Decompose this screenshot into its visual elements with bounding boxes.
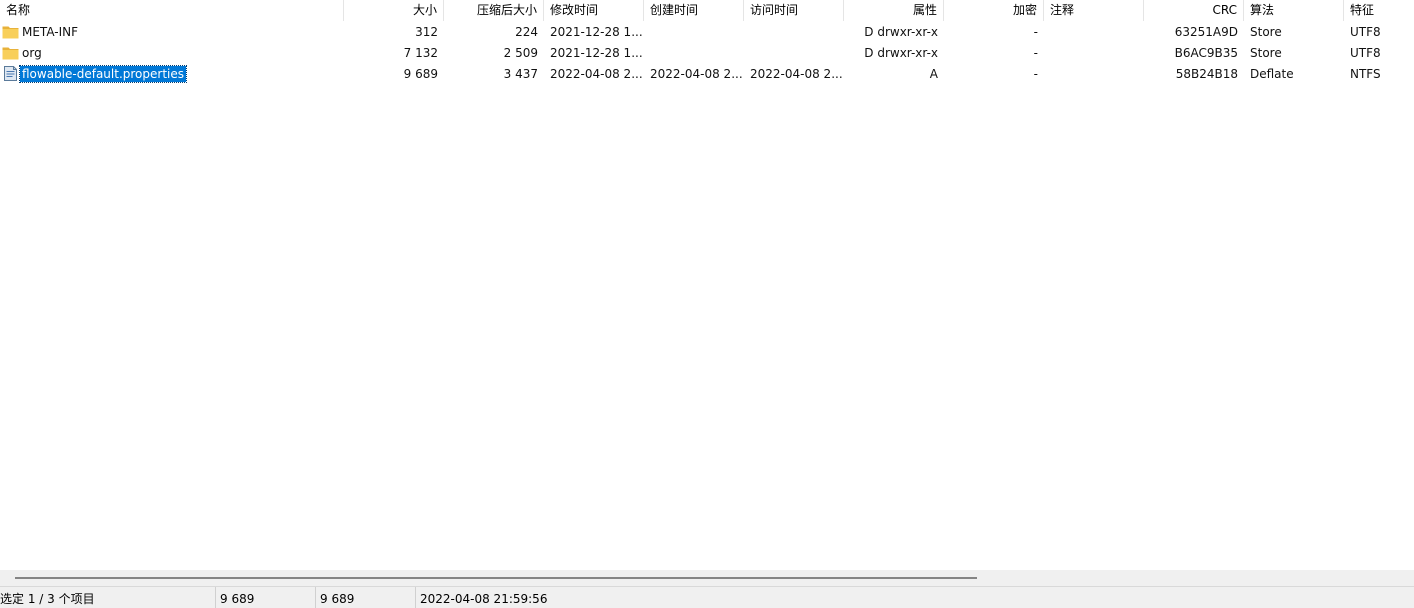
column-header-characteristics[interactable]: 特征 — [1344, 0, 1414, 21]
cell-encrypted: - — [1033, 25, 1038, 39]
cell-characteristics: UTF8 — [1350, 46, 1381, 60]
table-row[interactable]: META-INF 312 224 2021-12-28 1... D drwxr… — [0, 22, 1414, 43]
status-selection: 选定 1 / 3 个项目 — [0, 587, 216, 608]
cell-packed: 3 437 — [503, 67, 538, 81]
cell-crc: 58B24B18 — [1175, 67, 1238, 81]
cell-attributes: D drwxr-xr-x — [864, 46, 938, 60]
cell-created — [644, 43, 744, 64]
column-header-created[interactable]: 创建时间 — [644, 0, 744, 21]
cell-method: Deflate — [1250, 67, 1294, 81]
cell-characteristics: UTF8 — [1350, 25, 1381, 39]
cell-packed: 224 — [515, 25, 538, 39]
column-header-comment[interactable]: 注释 — [1044, 0, 1144, 21]
cell-size: 7 132 — [403, 46, 438, 60]
column-header: 名称 大小 压缩后大小 修改时间 创建时间 访问时间 属性 加密 注释 CRC … — [0, 0, 1414, 21]
cell-modified: 2021-12-28 1... — [550, 46, 643, 60]
cell-encrypted: - — [1033, 46, 1038, 60]
horizontal-scrollbar[interactable] — [0, 570, 1414, 586]
cell-created — [644, 22, 744, 43]
status-size: 9 689 — [216, 587, 316, 608]
table-row-selected[interactable]: flowable-default.properties 9 689 3 437 … — [0, 64, 1414, 85]
file-list[interactable]: 名称 大小 压缩后大小 修改时间 创建时间 访问时间 属性 加密 注释 CRC … — [0, 0, 1414, 570]
cell-accessed — [744, 22, 844, 43]
status-modified: 2022-04-08 21:59:56 — [420, 592, 548, 606]
cell-characteristics: NTFS — [1350, 67, 1381, 81]
cell-method: Store — [1250, 25, 1282, 39]
cell-accessed: 2022-04-08 2... — [750, 67, 843, 81]
cell-size: 9 689 — [403, 67, 438, 81]
cell-method: Store — [1250, 46, 1282, 60]
cell-name: META-INF — [0, 22, 344, 43]
cell-encrypted: - — [1033, 67, 1038, 81]
cell-attributes: A — [929, 67, 938, 81]
cell-name: flowable-default.properties — [0, 64, 344, 85]
column-header-accessed[interactable]: 访问时间 — [744, 0, 844, 21]
cell-modified: 2022-04-08 2... — [550, 67, 643, 81]
cell-created: 2022-04-08 2... — [650, 67, 743, 81]
cell-crc: 63251A9D — [1174, 25, 1238, 39]
cell-attributes: D drwxr-xr-x — [864, 25, 938, 39]
cell-accessed — [744, 43, 844, 64]
cell-comment — [1044, 43, 1144, 64]
cell-comment — [1044, 64, 1144, 85]
file-name: META-INF — [22, 25, 79, 39]
table-row[interactable]: org 7 132 2 509 2021-12-28 1... D drwxr-… — [0, 43, 1414, 64]
scrollbar-thumb[interactable] — [15, 577, 977, 579]
file-name: flowable-default.properties — [18, 65, 188, 83]
column-header-name[interactable]: 名称 — [0, 0, 344, 21]
cell-modified: 2021-12-28 1... — [550, 25, 643, 39]
folder-icon — [2, 47, 19, 60]
file-icon — [4, 66, 17, 81]
column-header-crc[interactable]: CRC — [1144, 0, 1244, 21]
cell-packed: 2 509 — [503, 46, 538, 60]
archive-window: 名称 大小 压缩后大小 修改时间 创建时间 访问时间 属性 加密 注释 CRC … — [0, 0, 1414, 608]
column-header-size[interactable]: 大小 — [344, 0, 444, 21]
cell-size: 312 — [415, 25, 438, 39]
column-header-attributes[interactable]: 属性 — [844, 0, 944, 21]
cell-crc: B6AC9B35 — [1174, 46, 1238, 60]
column-header-method[interactable]: 算法 — [1244, 0, 1344, 21]
folder-icon — [2, 26, 19, 39]
cell-comment — [1044, 22, 1144, 43]
column-header-packed[interactable]: 压缩后大小 — [444, 0, 544, 21]
column-header-modified[interactable]: 修改时间 — [544, 0, 644, 21]
status-bar: 选定 1 / 3 个项目 9 689 9 689 2022-04-08 21:5… — [0, 586, 1414, 608]
column-header-encrypted[interactable]: 加密 — [944, 0, 1044, 21]
status-packed: 9 689 — [316, 587, 416, 608]
cell-name: org — [0, 43, 344, 64]
file-name: org — [22, 46, 42, 60]
